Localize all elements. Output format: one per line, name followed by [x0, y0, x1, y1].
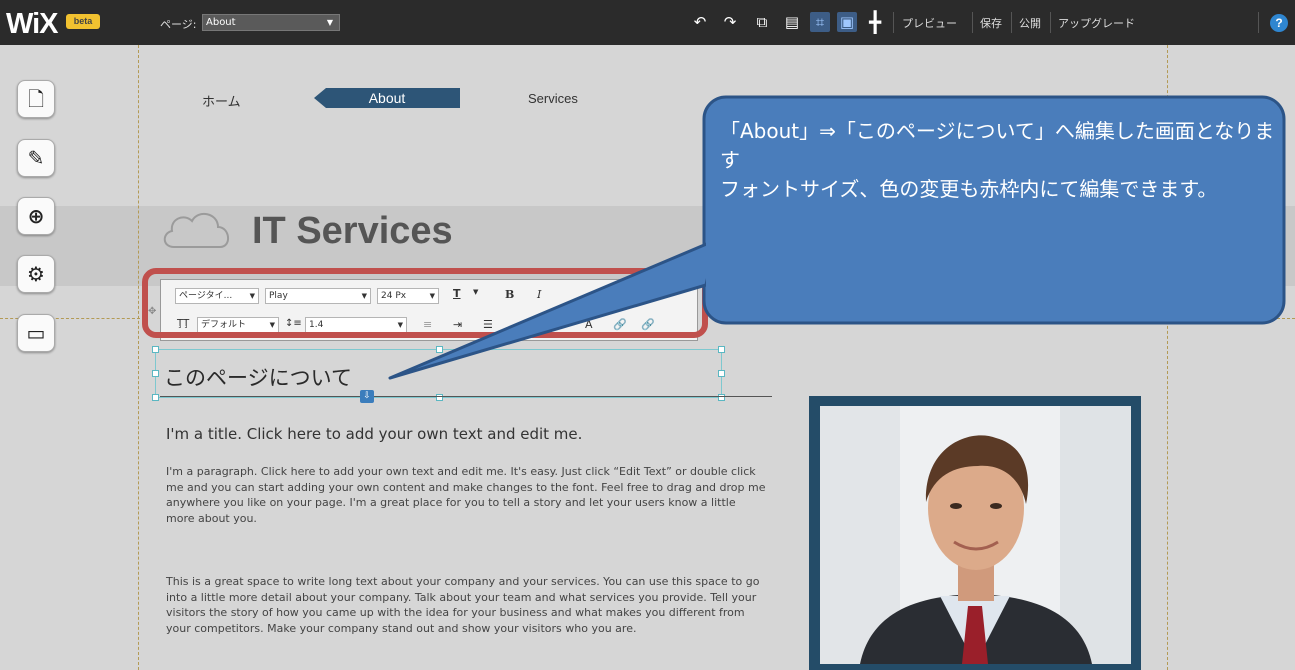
callout-line-2: フォントサイズ、色の変更も赤枠内にて編集できます。 — [720, 177, 1218, 201]
callout-line-1: 「About」⇒「このページについて」へ編集した画面となります — [720, 119, 1275, 172]
callout-balloon — [388, 95, 1286, 380]
callout-text: 「About」⇒「このページについて」へ編集した画面となります フォントサイズ、… — [720, 117, 1280, 204]
